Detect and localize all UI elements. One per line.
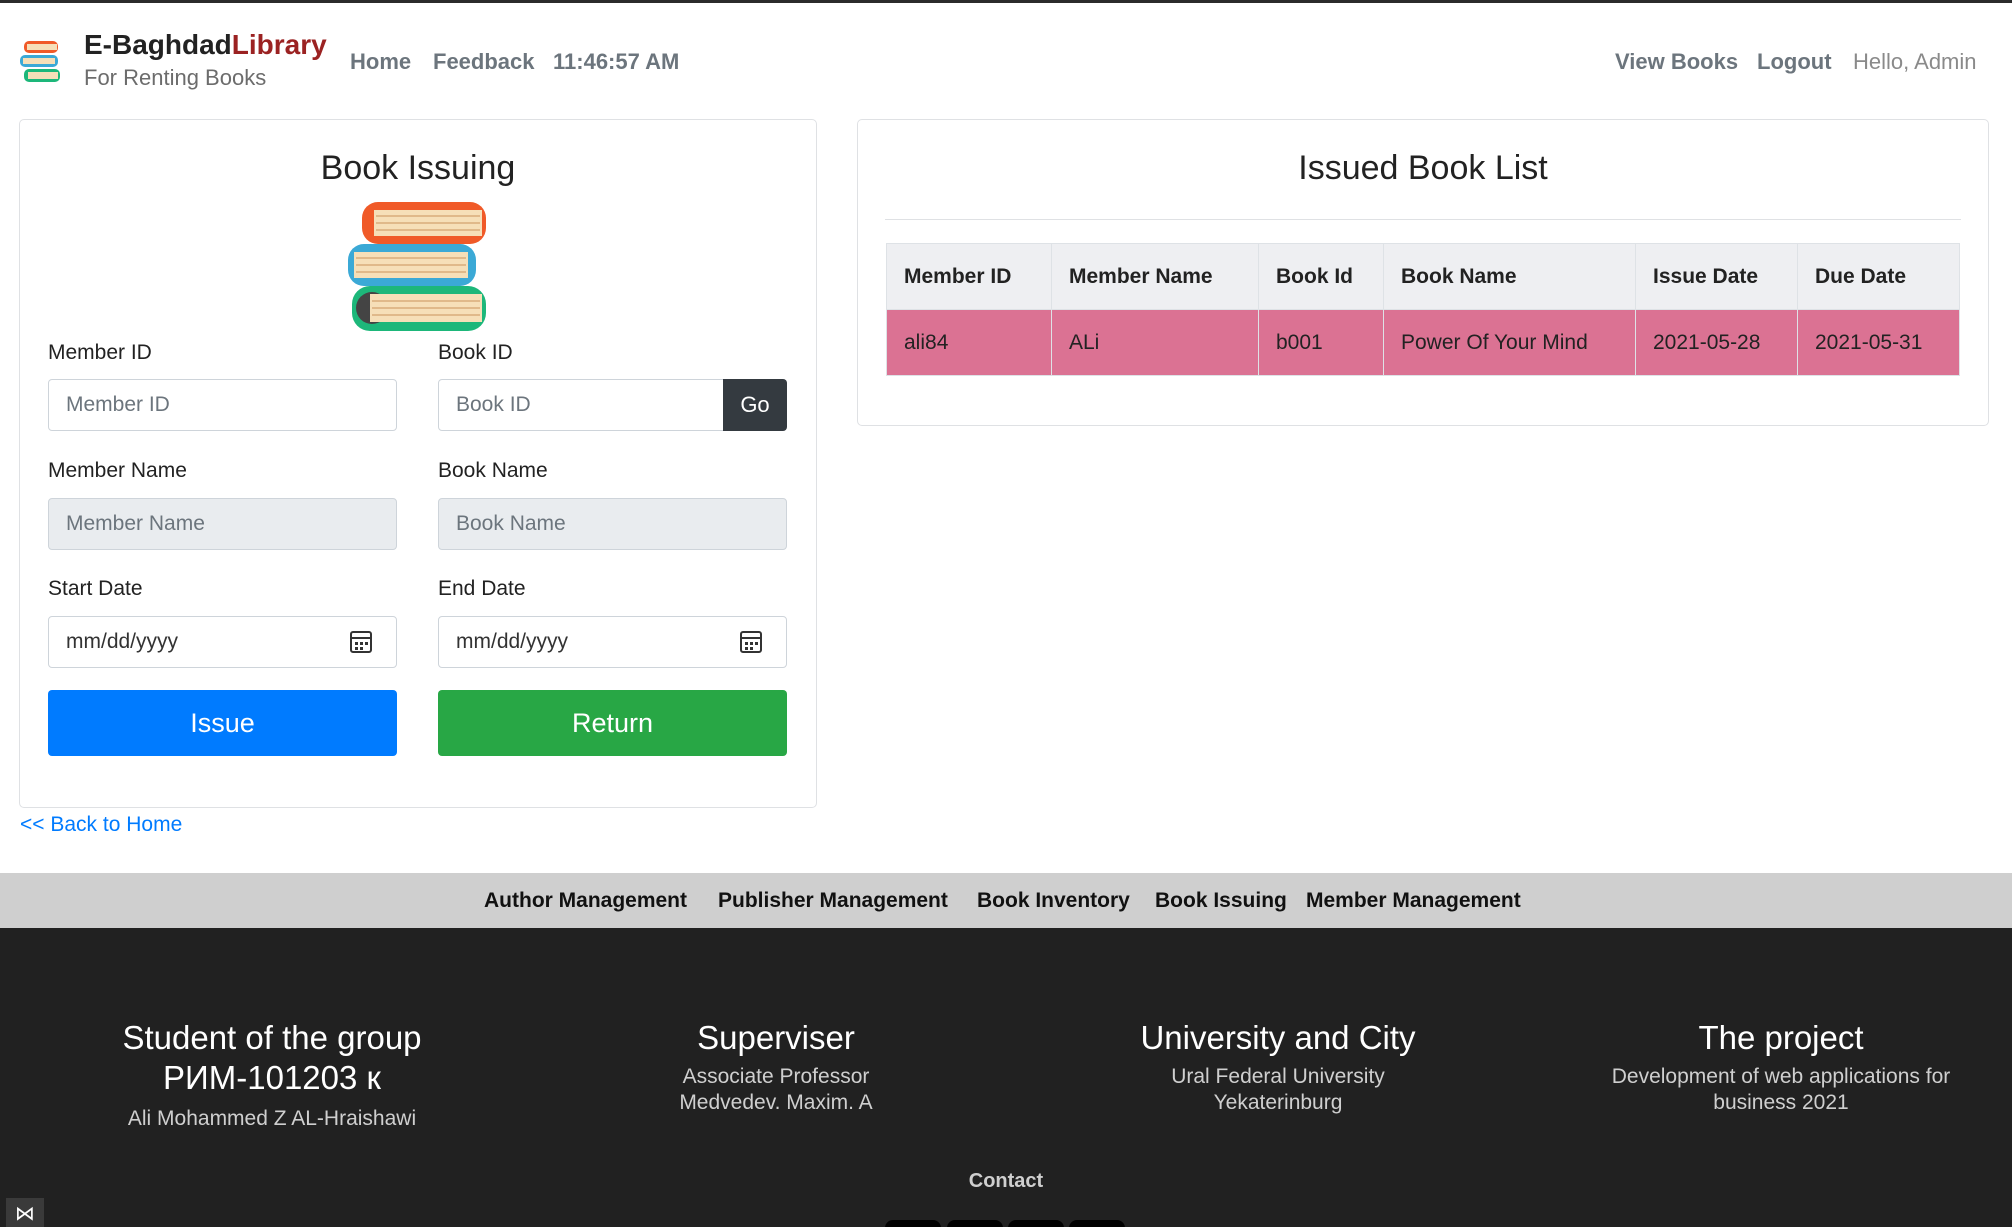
col-issue-date: Issue Date	[1635, 243, 1798, 310]
footer-supervisor-title: Superviser	[697, 1019, 855, 1056]
social-link-icon[interactable]	[1069, 1220, 1125, 1227]
member-name-label: Member Name	[48, 459, 187, 482]
start-date-label: Start Date	[48, 577, 143, 600]
go-button[interactable]: Go	[723, 379, 787, 431]
start-date-calendar-icon[interactable]	[350, 631, 372, 653]
footer-city-name: Yekaterinburg	[1213, 1091, 1343, 1114]
publisher-management-link[interactable]: Publisher Management	[718, 889, 948, 913]
book-id-label: Book ID	[438, 341, 513, 364]
footer-project-line2: business 2021	[1713, 1091, 1849, 1114]
member-management-link[interactable]: Member Management	[1306, 889, 1521, 913]
visual-studio-icon[interactable]: ⋈	[6, 1198, 44, 1227]
brand-name: E-Baghdad	[84, 29, 232, 60]
footer-university-title: University and City	[1140, 1019, 1416, 1056]
author-management-link[interactable]: Author Management	[484, 889, 687, 913]
footer-contact-heading: Contact	[968, 1170, 1044, 1192]
footer-supervisor-column: Superviser Associate Professor Medvedev.…	[536, 1018, 1016, 1116]
end-date-input[interactable]: mm/dd/yyyy	[438, 616, 787, 668]
table-row[interactable]: ali84 ALi b001 Power Of Your Mind 2021-0…	[886, 309, 1960, 376]
col-due-date: Due Date	[1797, 243, 1960, 310]
cell-member-name: ALi	[1051, 309, 1259, 376]
start-date-input[interactable]: mm/dd/yyyy	[48, 616, 397, 668]
books-stack-icon	[348, 202, 486, 331]
books-logo-icon[interactable]	[18, 39, 64, 85]
book-name-input[interactable]: Book Name	[438, 498, 787, 550]
end-date-label: End Date	[438, 577, 526, 600]
social-link-icon[interactable]	[1008, 1220, 1064, 1227]
cell-book-id: b001	[1258, 309, 1384, 376]
return-button[interactable]: Return	[438, 690, 787, 756]
cell-due-date: 2021-05-31	[1797, 309, 1960, 376]
footer-supervisor-name: Medvedev. Maxim. A	[679, 1091, 873, 1114]
footer-student-column: Student of the group РИМ-101203 к Ali Mo…	[32, 1018, 512, 1132]
cell-book-name: Power Of Your Mind	[1383, 309, 1636, 376]
book-id-input[interactable]: Book ID	[438, 379, 724, 431]
col-member-id: Member ID	[886, 243, 1052, 310]
title-divider	[885, 219, 1961, 220]
cell-issue-date: 2021-05-28	[1635, 309, 1798, 376]
nav-view-books-link[interactable]: View Books	[1615, 49, 1738, 75]
page: E-BaghdadLibrary For Renting Books Home …	[0, 0, 2012, 1227]
back-to-home-link[interactable]: << Back to Home	[20, 813, 182, 837]
footer: Student of the group РИМ-101203 к Ali Mo…	[0, 928, 2012, 1227]
member-name-input[interactable]: Member Name	[48, 498, 397, 550]
cell-member-id: ali84	[886, 309, 1052, 376]
book-inventory-link[interactable]: Book Inventory	[977, 889, 1130, 913]
footer-student-title-line2: РИМ-101203 к	[163, 1059, 381, 1096]
table-header-row: Member ID Member Name Book Id Book Name …	[886, 243, 1960, 310]
footer-supervisor-role: Associate Professor	[682, 1065, 870, 1088]
issue-button[interactable]: Issue	[48, 690, 397, 756]
brand-subtitle: For Renting Books	[84, 65, 267, 90]
footer-project-line1: Development of web applications for	[1611, 1065, 1951, 1088]
col-book-id: Book Id	[1258, 243, 1384, 310]
social-link-icon[interactable]	[947, 1220, 1003, 1227]
nav-hello-admin[interactable]: Hello, Admin	[1853, 49, 1977, 75]
nav-logout-link[interactable]: Logout	[1757, 49, 1832, 75]
social-link-icon[interactable]	[885, 1220, 941, 1227]
footer-project-column: The project Development of web applicati…	[1541, 1018, 2012, 1116]
member-id-label: Member ID	[48, 341, 152, 364]
nav-home-link[interactable]: Home	[350, 49, 411, 75]
issued-book-list-title: Issued Book List	[1298, 149, 1548, 187]
end-date-calendar-icon[interactable]	[740, 631, 762, 653]
member-id-input[interactable]: Member ID	[48, 379, 397, 431]
footer-project-title: The project	[1698, 1019, 1864, 1056]
nav-clock: 11:46:57 AM	[553, 49, 680, 74]
footer-student-name: Ali Mohammed Z AL-Hraishawi	[127, 1107, 417, 1130]
brand-title[interactable]: E-BaghdadLibrary	[84, 29, 327, 61]
book-name-label: Book Name	[438, 459, 548, 482]
issued-books-table: Member ID Member Name Book Id Book Name …	[886, 243, 1960, 376]
nav-feedback-link[interactable]: Feedback	[433, 49, 535, 75]
brand-name-accent: Library	[231, 29, 327, 60]
book-issuing-link[interactable]: Book Issuing	[1155, 889, 1287, 913]
footer-university-name: Ural Federal University	[1171, 1065, 1385, 1088]
col-book-name: Book Name	[1383, 243, 1636, 310]
footer-student-title-line1: Student of the group	[122, 1019, 422, 1056]
book-issuing-title: Book Issuing	[320, 149, 516, 187]
footer-university-column: University and City Ural Federal Univers…	[1038, 1018, 1518, 1116]
col-member-name: Member Name	[1051, 243, 1259, 310]
